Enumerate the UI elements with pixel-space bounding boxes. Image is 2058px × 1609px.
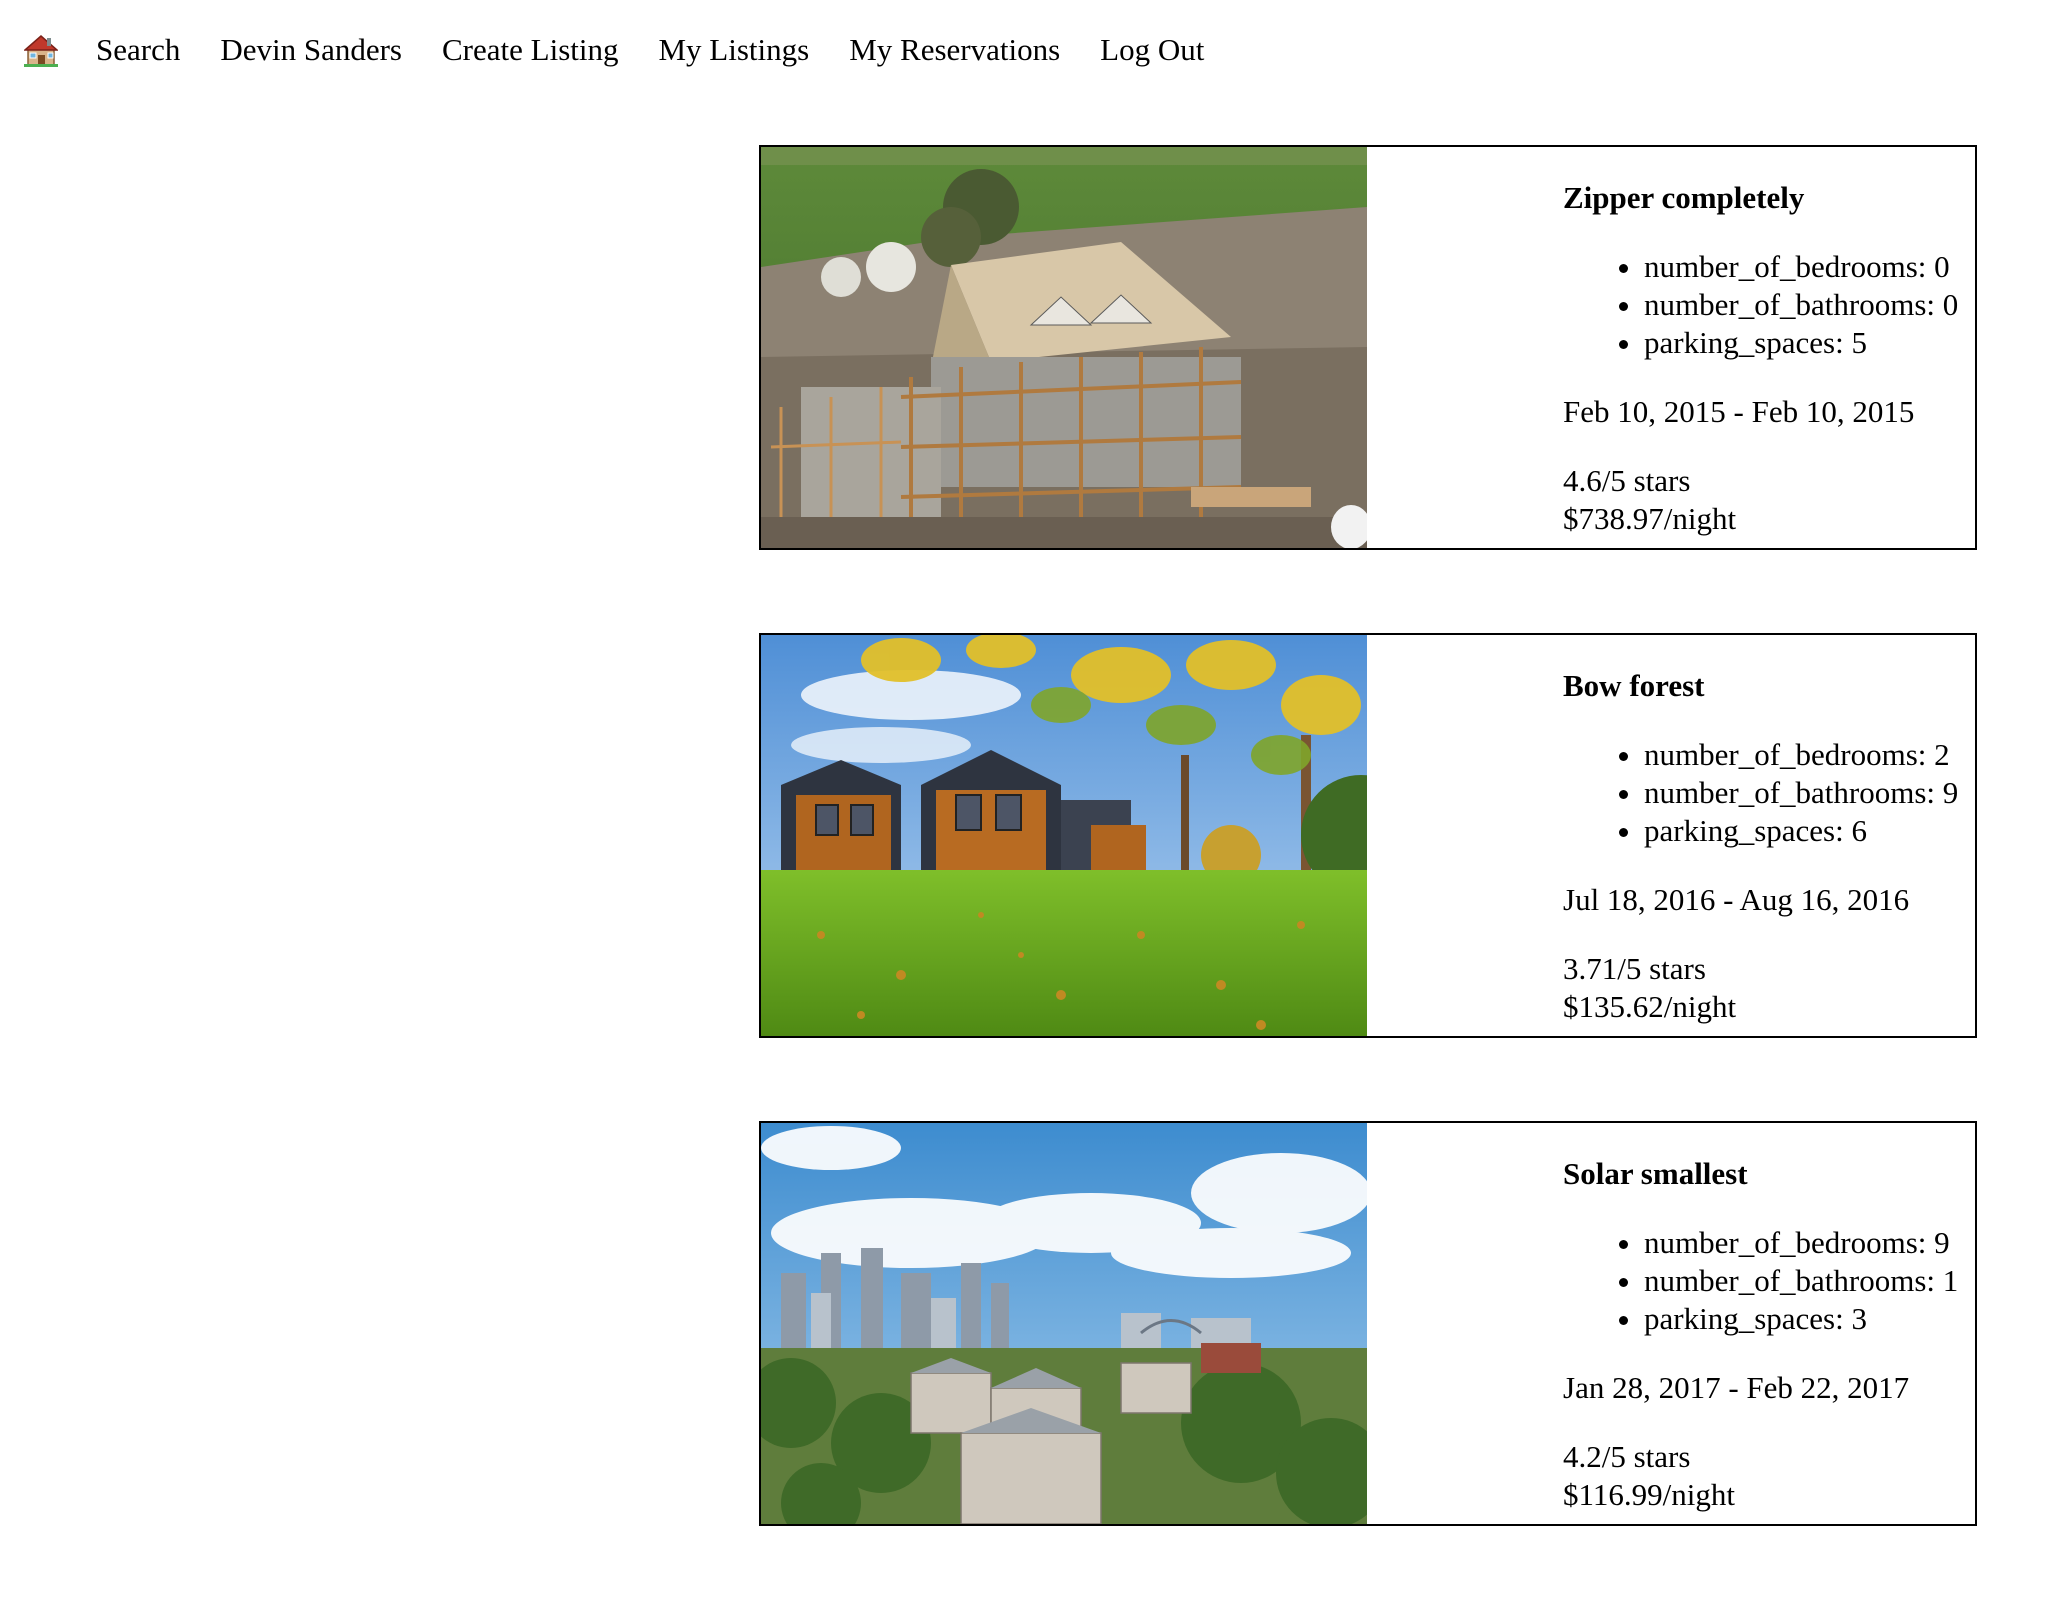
feature-bedrooms: number_of_bedrooms: 9 (1644, 1224, 1973, 1262)
listing-rating: 4.6/5 stars (1563, 463, 1691, 498)
listing-card[interactable]: Bow forest number_of_bedrooms: 2 number_… (759, 633, 1977, 1038)
feature-bathrooms: number_of_bathrooms: 0 (1644, 286, 1973, 324)
listings-list: Zipper completely number_of_bedrooms: 0 … (759, 145, 1977, 1609)
feature-parking: parking_spaces: 5 (1644, 324, 1973, 362)
modern-barn-houses-photo (761, 635, 1367, 1036)
feature-parking: parking_spaces: 6 (1644, 812, 1973, 850)
listing-dates: Feb 10, 2015 - Feb 10, 2015 (1563, 394, 1915, 429)
nav-profile-link[interactable]: Devin Sanders (220, 26, 402, 74)
listing-title: Zipper completely (1563, 180, 1805, 215)
listing-features: number_of_bedrooms: 9 number_of_bathroom… (1563, 1224, 1973, 1338)
nav-logout-link[interactable]: Log Out (1100, 26, 1204, 74)
house-under-construction-photo (761, 147, 1367, 548)
listing-card[interactable]: Zipper completely number_of_bedrooms: 0 … (759, 145, 1977, 550)
house-emoji-icon[interactable] (24, 33, 58, 67)
listing-price: $116.99/night (1563, 1477, 1735, 1512)
listing-price: $135.62/night (1563, 989, 1737, 1024)
nav-my-listings-link[interactable]: My Listings (658, 26, 809, 74)
listing-rating: 3.71/5 stars (1563, 951, 1706, 986)
listing-rating: 4.2/5 stars (1563, 1439, 1691, 1474)
nav-my-reservations-link[interactable]: My Reservations (849, 26, 1060, 74)
listing-title: Solar smallest (1563, 1156, 1748, 1191)
listing-card[interactable]: Solar smallest number_of_bedrooms: 9 num… (759, 1121, 1977, 1526)
listing-price: $738.97/night (1563, 501, 1737, 536)
listing-info: Zipper completely number_of_bedrooms: 0 … (1563, 179, 1973, 538)
listing-title: Bow forest (1563, 668, 1705, 703)
listing-dates: Jul 18, 2016 - Aug 16, 2016 (1563, 882, 1910, 917)
feature-bedrooms: number_of_bedrooms: 2 (1644, 736, 1973, 774)
nav-create-listing-link[interactable]: Create Listing (442, 26, 618, 74)
listing-features: number_of_bedrooms: 2 number_of_bathroom… (1563, 736, 1973, 850)
feature-bathrooms: number_of_bathrooms: 1 (1644, 1262, 1973, 1300)
top-nav: Search Devin Sanders Create Listing My L… (24, 26, 1244, 74)
listing-features: number_of_bedrooms: 0 number_of_bathroom… (1563, 248, 1973, 362)
listing-info: Solar smallest number_of_bedrooms: 9 num… (1563, 1155, 1973, 1514)
listing-dates: Jan 28, 2017 - Feb 22, 2017 (1563, 1370, 1910, 1405)
nav-search-link[interactable]: Search (96, 26, 180, 74)
listing-info: Bow forest number_of_bedrooms: 2 number_… (1563, 667, 1973, 1026)
city-skyline-photo (761, 1123, 1367, 1524)
feature-parking: parking_spaces: 3 (1644, 1300, 1973, 1338)
feature-bedrooms: number_of_bedrooms: 0 (1644, 248, 1973, 286)
feature-bathrooms: number_of_bathrooms: 9 (1644, 774, 1973, 812)
